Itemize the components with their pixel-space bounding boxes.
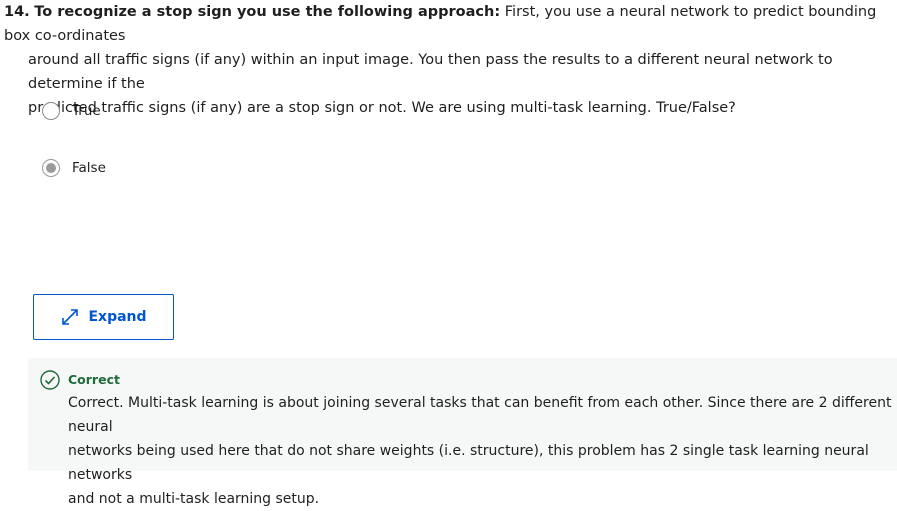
- question-lead: To recognize a stop sign you use the fol…: [34, 4, 501, 20]
- feedback-text: Correct. Multi-task learning is about jo…: [68, 391, 893, 511]
- feedback-line-2: networks being used here that do not sha…: [68, 443, 869, 483]
- feedback-line-1: Correct. Multi-task learning is about jo…: [68, 395, 892, 435]
- expand-label: Expand: [88, 309, 147, 325]
- expand-icon: [62, 309, 79, 325]
- feedback-line-3: and not a multi-task learning setup.: [68, 491, 320, 507]
- check-circle-icon: [40, 370, 60, 390]
- option-true[interactable]: True: [42, 102, 101, 120]
- radio-true[interactable]: [42, 102, 60, 120]
- option-true-label: True: [72, 103, 101, 119]
- option-false-label: False: [72, 160, 106, 176]
- feedback-panel: Correct Correct. Multi-task learning is …: [28, 358, 897, 507]
- feedback-status: Correct: [68, 372, 120, 387]
- radio-false[interactable]: [42, 159, 60, 177]
- question-line-1: 14. To recognize a stop sign you use the…: [4, 0, 892, 48]
- question-number: 14.: [4, 4, 30, 20]
- question-line-3: predicted traffic signs (if any) are a s…: [28, 100, 736, 116]
- option-false[interactable]: False: [42, 159, 106, 177]
- question-text: 14. To recognize a stop sign you use the…: [4, 0, 892, 120]
- expand-button[interactable]: Expand: [33, 294, 174, 340]
- question-line-2: around all traffic signs (if any) within…: [28, 52, 833, 92]
